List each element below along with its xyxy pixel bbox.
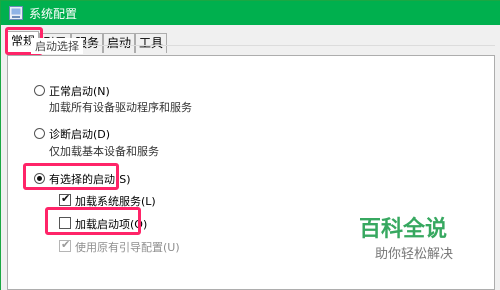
radio-diagnostic-startup[interactable] [34,128,45,139]
highlight-load-startup-items [45,207,141,235]
watermark-subtitle: 助你轻松解决 [375,247,454,262]
checkbox-load-system-services[interactable]: ✔ [59,192,71,206]
diagnostic-startup-label[interactable]: 诊断启动(D) [49,126,110,142]
window-title: 系统配置 [29,7,78,21]
watermark-title: 百科全说 [359,217,448,242]
checkmark-icon: ✔ [61,238,71,251]
normal-startup-label[interactable]: 正常启动(N) [49,83,110,99]
normal-startup-description: 加载所有设备驱动程序和服务 [49,101,192,114]
title-bar[interactable]: 系统配置 [1,1,500,25]
system-config-window: 系统配置 常规 引导 服务 启动 工具 启动选择 正常启动(N) 加载所有设备驱… [0,0,500,290]
use-original-boot-config-label: 使用原有引导配置(U) [75,241,180,254]
checkbox-use-original-boot-config[interactable]: ✔ [59,238,71,252]
system-config-icon [9,6,23,20]
radio-normal-startup[interactable] [34,85,45,96]
diagnostic-startup-description: 仅加载基本设备和服务 [49,145,159,158]
highlight-selective-startup [23,163,119,190]
checkmark-icon: ✔ [61,192,71,205]
group-title: 启动选择 [31,38,83,54]
